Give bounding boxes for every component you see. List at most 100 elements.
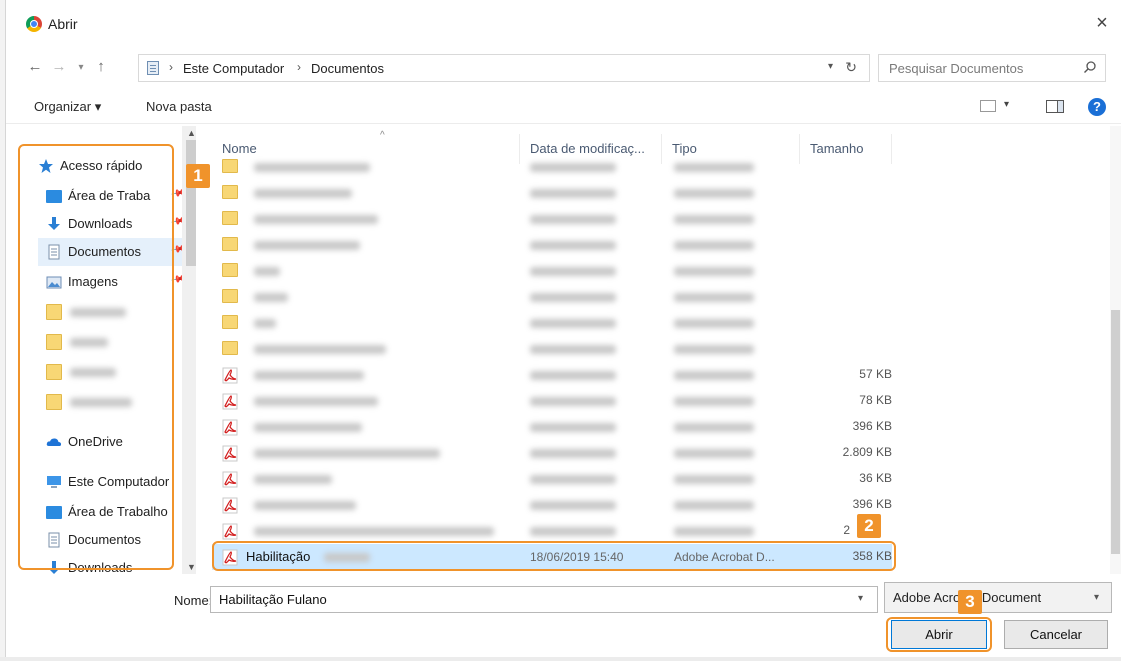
view-options-icon[interactable] — [980, 100, 996, 112]
redacted-text — [254, 501, 356, 510]
redacted-text — [254, 449, 440, 458]
close-button[interactable]: × — [1089, 10, 1115, 36]
annotation-highlight-nav — [18, 144, 174, 570]
breadcrumb-este-computador[interactable]: Este Computador — [183, 61, 284, 76]
window-bottom-edge — [0, 657, 1121, 661]
redacted-text — [254, 319, 276, 328]
filename-input[interactable] — [210, 586, 878, 613]
file-list: Nome ^ Data de modificaç... Tipo Tamanho — [200, 126, 1112, 574]
nav-scrollbar[interactable]: ▲ ▼ — [182, 126, 196, 574]
redacted-text — [674, 527, 754, 536]
redacted-text — [674, 371, 754, 380]
folder-icon — [222, 211, 238, 225]
scroll-up-icon[interactable]: ▲ — [187, 128, 196, 138]
folder-icon — [222, 159, 238, 173]
search-input[interactable]: Pesquisar Documentos — [878, 54, 1106, 82]
view-options-chevron-icon[interactable]: ▾ — [1004, 99, 1009, 110]
breadcrumb-documentos[interactable]: Documentos — [311, 61, 384, 76]
list-item[interactable]: 57 KB — [212, 362, 892, 388]
search-placeholder: Pesquisar Documentos — [889, 61, 1024, 76]
folder-icon — [222, 263, 238, 277]
list-item[interactable] — [212, 284, 892, 310]
redacted-text — [254, 371, 364, 380]
redacted-text — [254, 397, 378, 406]
list-item[interactable]: 78 KB — [212, 388, 892, 414]
file-size: 396 KB — [852, 497, 892, 511]
breadcrumb-separator: › — [297, 60, 301, 74]
list-item[interactable] — [212, 232, 892, 258]
command-bar: Organizar ▾ Nova pasta ▾ ? — [6, 88, 1121, 124]
recent-locations-chevron-icon[interactable]: ▾ — [72, 62, 90, 73]
list-item[interactable] — [212, 180, 892, 206]
list-item[interactable] — [212, 336, 892, 362]
redacted-text — [674, 423, 754, 432]
list-item[interactable]: 396 KB — [212, 414, 892, 440]
file-size: 36 KB — [859, 471, 892, 485]
redacted-text — [674, 449, 754, 458]
redacted-text — [530, 267, 616, 276]
chrome-icon — [26, 16, 42, 32]
annotation-badge-3: 3 — [958, 590, 982, 614]
folder-icon — [222, 289, 238, 303]
redacted-text — [530, 241, 616, 250]
redacted-text — [674, 501, 754, 510]
file-size: 2 — [843, 523, 850, 537]
redacted-text — [674, 319, 754, 328]
redacted-text — [674, 345, 754, 354]
preview-pane-icon[interactable] — [1046, 100, 1064, 113]
help-icon[interactable]: ? — [1088, 98, 1106, 116]
cancel-button[interactable]: Cancelar — [1004, 620, 1108, 649]
pdf-icon — [222, 367, 238, 384]
address-bar[interactable]: › Este Computador › Documentos ▾ ↻ — [138, 54, 870, 82]
folder-icon — [222, 315, 238, 329]
organize-button[interactable]: Organizar ▾ — [34, 99, 101, 115]
redacted-text — [530, 397, 616, 406]
redacted-text — [674, 293, 754, 302]
redacted-text — [530, 501, 616, 510]
scroll-thumb[interactable] — [186, 140, 196, 266]
list-item[interactable]: 36 KB — [212, 466, 892, 492]
folder-icon — [222, 237, 238, 251]
list-item[interactable] — [212, 258, 892, 284]
redacted-text — [674, 163, 754, 172]
redacted-text — [530, 345, 616, 354]
file-size: 57 KB — [859, 367, 892, 381]
refresh-icon[interactable]: ↻ — [845, 59, 857, 76]
redacted-text — [254, 423, 362, 432]
scroll-down-icon[interactable]: ▼ — [187, 562, 196, 572]
redacted-text — [674, 475, 754, 484]
file-size: 2.809 KB — [842, 445, 892, 459]
redacted-text — [674, 189, 754, 198]
file-type-select[interactable]: Adobe Acrobat Document — [884, 582, 1112, 613]
back-arrow-icon[interactable]: ← — [26, 58, 44, 75]
redacted-text — [530, 293, 616, 302]
pdf-icon — [222, 471, 238, 488]
scroll-thumb[interactable] — [1111, 310, 1120, 554]
redacted-text — [254, 293, 288, 302]
redacted-text — [254, 345, 386, 354]
computer-icon — [147, 61, 159, 75]
address-dropdown-icon[interactable]: ▾ — [828, 61, 833, 72]
list-item[interactable]: 2.809 KB — [212, 440, 892, 466]
file-type-chevron-icon[interactable]: ▾ — [1094, 592, 1099, 603]
file-size: 396 KB — [852, 419, 892, 433]
redacted-text — [530, 423, 616, 432]
file-list-scrollbar[interactable] — [1110, 126, 1121, 574]
new-folder-button[interactable]: Nova pasta — [146, 99, 212, 114]
address-row: ← → ▾ ↑ › Este Computador › Documentos ▾… — [6, 52, 1121, 84]
annotation-highlight-open — [886, 617, 992, 652]
up-arrow-icon[interactable]: ↑ — [92, 58, 110, 75]
filename-history-chevron-icon[interactable]: ▾ — [858, 593, 863, 604]
forward-arrow-icon[interactable]: → — [50, 58, 68, 75]
redacted-text — [674, 241, 754, 250]
window-title: Abrir — [48, 16, 78, 32]
list-item[interactable] — [212, 310, 892, 336]
redacted-text — [530, 527, 616, 536]
search-icon[interactable] — [1083, 60, 1097, 74]
title-bar: Abrir × — [6, 0, 1121, 44]
annotation-highlight-file — [212, 541, 896, 571]
list-item[interactable]: 396 KB — [212, 492, 892, 518]
redacted-text — [254, 189, 352, 198]
list-item[interactable] — [212, 154, 892, 180]
list-item[interactable] — [212, 206, 892, 232]
